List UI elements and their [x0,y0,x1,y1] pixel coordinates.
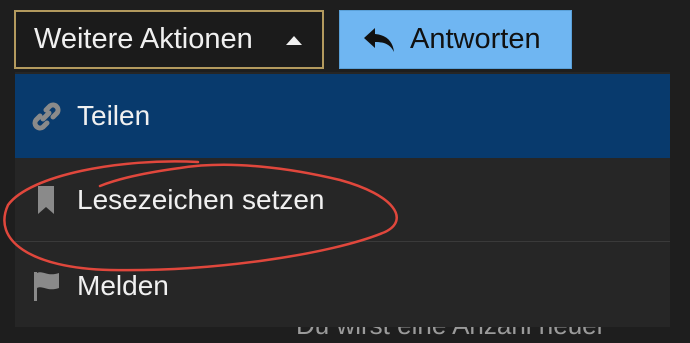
menu-item-label: Teilen [77,100,151,131]
post-actions-toolbar: Weitere Aktionen Antworten [0,0,690,70]
bookmark-icon [29,183,63,217]
menu-item-bookmark[interactable]: Lesezeichen setzen [15,158,670,242]
menu-item-label: Lesezeichen setzen [77,183,325,215]
more-actions-menu: Teilen Lesezeichen setzen Melden [15,72,670,327]
flag-icon [29,269,63,303]
reply-button[interactable]: Antworten [339,10,572,69]
more-actions-label: Weitere Aktionen [34,23,253,55]
menu-item-report[interactable]: Melden [15,244,670,328]
menu-item-share[interactable]: Teilen [15,74,670,158]
reply-arrow-icon [364,27,394,52]
menu-item-label: Melden [77,270,169,301]
caret-up-icon [286,36,302,45]
link-icon [29,99,63,133]
more-actions-dropdown-button[interactable]: Weitere Aktionen [14,10,324,69]
reply-label: Antworten [410,23,541,55]
